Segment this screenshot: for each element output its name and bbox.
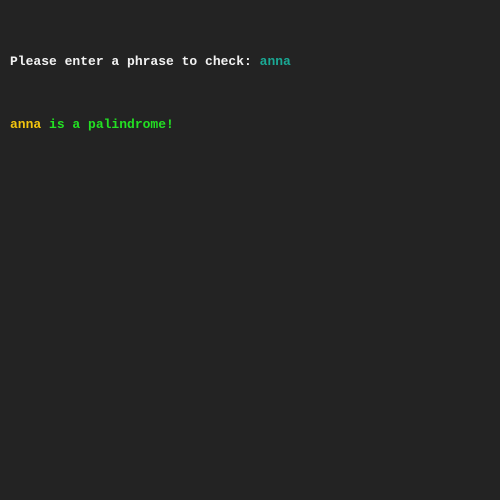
prompt-text: Please enter a phrase to check: xyxy=(10,54,260,69)
result-line: anna is a palindrome! xyxy=(10,114,490,135)
terminal-window[interactable]: Please enter a phrase to check: anna ann… xyxy=(0,0,500,500)
user-input[interactable]: anna xyxy=(260,54,291,69)
result-message: is a palindrome! xyxy=(41,117,174,132)
result-phrase: anna xyxy=(10,117,42,132)
prompt-line: Please enter a phrase to check: anna xyxy=(10,51,490,72)
